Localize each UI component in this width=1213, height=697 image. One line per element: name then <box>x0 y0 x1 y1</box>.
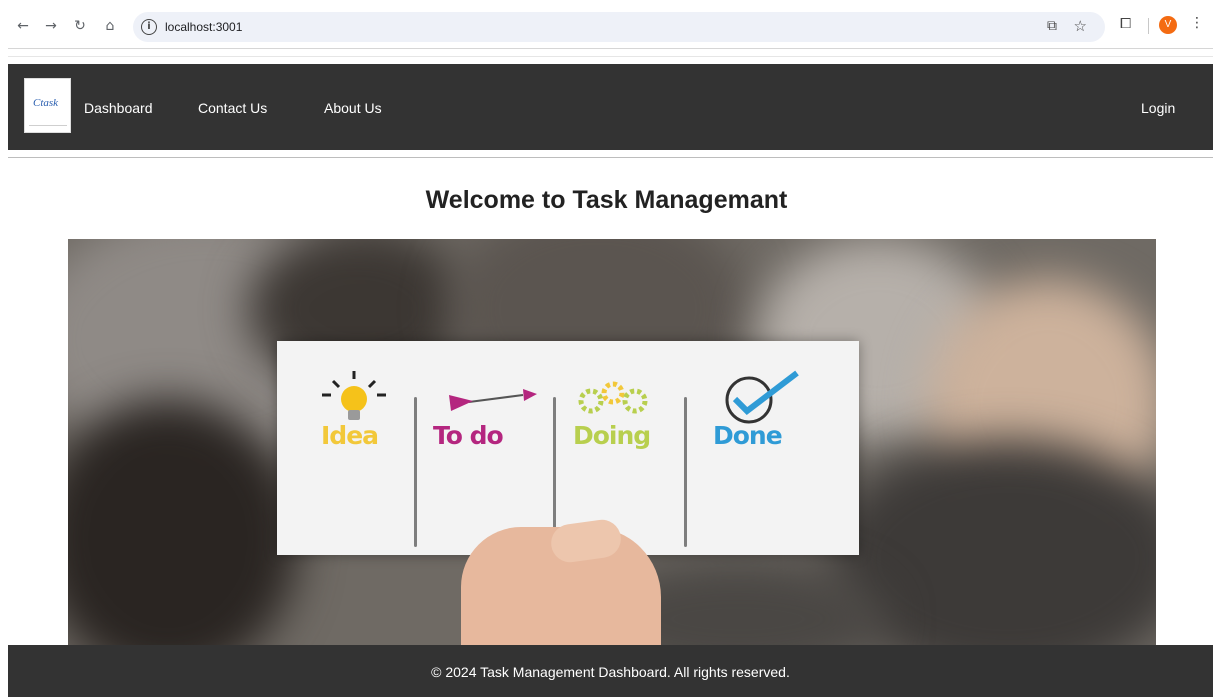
reload-icon[interactable]: ↻ <box>71 17 89 35</box>
column-separator <box>684 397 687 547</box>
nav-link-dashboard[interactable]: Dashboard <box>84 100 153 116</box>
logo-underline <box>29 125 67 126</box>
info-icon[interactable]: i <box>141 19 157 35</box>
hero-image: Idea To do Doing Done <box>68 239 1156 646</box>
arrow-left-icon[interactable]: ← <box>14 17 32 35</box>
stage-done: Done <box>713 421 783 450</box>
nav-link-contact-us[interactable]: Contact Us <box>198 100 267 116</box>
checkmark-icon <box>725 370 799 424</box>
profile-avatar[interactable]: V <box>1159 16 1177 34</box>
header-divider <box>8 157 1213 158</box>
footer-copyright: © 2024 Task Management Dashboard. All ri… <box>431 664 790 680</box>
address-bar[interactable]: i localhost:3001 ⧉ ☆ <box>133 12 1105 42</box>
lightbulb-icon <box>322 371 386 420</box>
toolbar-divider-line <box>8 56 1213 57</box>
arrow-icon <box>449 389 537 411</box>
gears-icon <box>578 381 648 414</box>
logo-text: Ctask <box>33 97 59 109</box>
toolbar-divider <box>1148 18 1149 34</box>
browser-toolbar: ← → ↻ ⌂ i localhost:3001 ⧉ ☆ ⧠ V ⋮ <box>0 0 1213 50</box>
footer: © 2024 Task Management Dashboard. All ri… <box>8 645 1213 697</box>
stage-todo: To do <box>433 421 504 450</box>
url-text: localhost:3001 <box>165 20 243 34</box>
puzzle-icon[interactable]: ⧠ <box>1120 16 1131 32</box>
logo[interactable]: Ctask <box>24 78 71 133</box>
more-vertical-icon[interactable]: ⋮ <box>1190 15 1204 31</box>
column-separator <box>414 397 417 547</box>
stage-doing: Doing <box>573 421 651 450</box>
toolbar-divider-line <box>8 48 1213 49</box>
page-title: Welcome to Task Managemant <box>425 186 788 214</box>
star-icon[interactable]: ☆ <box>1074 17 1087 35</box>
login-button[interactable]: Login <box>1141 100 1175 116</box>
nav-link-about-us[interactable]: About Us <box>324 100 382 116</box>
arrow-right-icon[interactable]: → <box>42 17 60 35</box>
app-header: Ctask Dashboard Contact Us About Us Logi… <box>8 64 1213 150</box>
stage-idea: Idea <box>321 421 379 450</box>
home-icon[interactable]: ⌂ <box>101 17 119 35</box>
column-separator <box>553 397 556 547</box>
kanban-card: Idea To do Doing Done <box>277 341 859 555</box>
cast-icon[interactable]: ⧉ <box>1047 18 1057 34</box>
